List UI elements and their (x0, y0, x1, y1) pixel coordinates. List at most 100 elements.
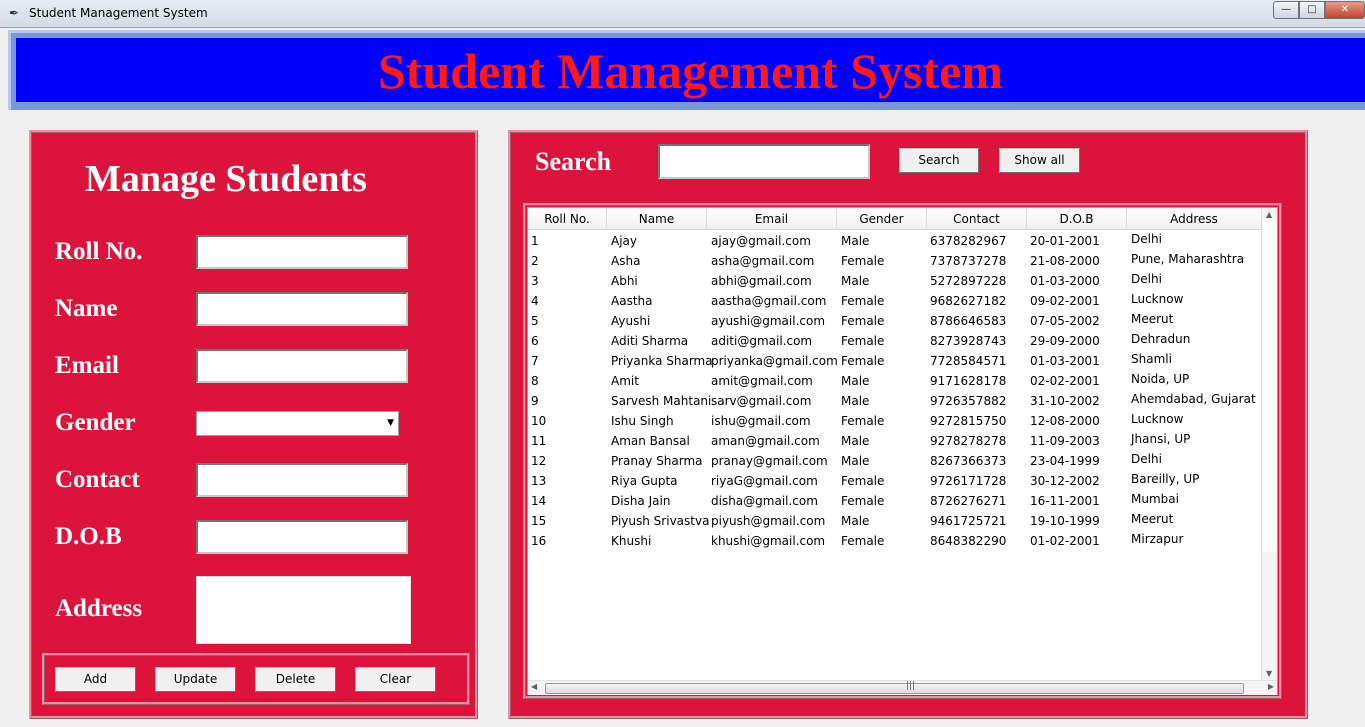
cell-contact: 8267366373 (930, 454, 1007, 468)
cell-roll: 4 (531, 294, 539, 308)
show-all-button[interactable]: Show all (999, 148, 1080, 173)
update-button[interactable]: Update (155, 667, 236, 692)
table-row[interactable]: 1 Ajay ajay@gmail.com Male 6378282967 20-01-2… (528, 231, 1261, 251)
table-row[interactable]: 14 Disha Jain disha@gmail.com Female 8726276… (528, 491, 1261, 511)
cell-gender: Female (841, 314, 885, 328)
column-header-name[interactable]: Name (607, 208, 707, 230)
cell-dob: 09-02-2001 (1030, 294, 1100, 308)
table-row[interactable]: 5 Ayushi ayushi@gmail.com Female 8786646583 0… (528, 311, 1261, 331)
cell-email: ishu@gmail.com (711, 414, 811, 428)
close-button[interactable]: ✕ (1325, 1, 1365, 19)
cell-dob: 23-04-1999 (1030, 454, 1100, 468)
column-header-dob[interactable]: D.O.B (1027, 208, 1127, 230)
scroll-down-icon[interactable]: ▼ (1266, 669, 1272, 678)
delete-button[interactable]: Delete (255, 667, 336, 692)
grip-icon: ||| (906, 681, 916, 691)
search-button[interactable]: Search (899, 148, 979, 173)
cell-name: Pranay Sharma (611, 454, 703, 468)
column-header-roll[interactable]: Roll No. (528, 208, 607, 230)
cell-name: Amit (611, 374, 639, 388)
contact-input[interactable] (196, 463, 408, 497)
scroll-up-icon[interactable]: ▲ (1266, 210, 1272, 219)
cell-gender: Male (841, 454, 870, 468)
cell-email: abhi@gmail.com (711, 274, 812, 288)
cell-dob: 19-10-1999 (1030, 514, 1100, 528)
cell-roll: 7 (531, 354, 539, 368)
gender-label: Gender (55, 409, 136, 436)
cell-email: riyaG@gmail.com (711, 474, 818, 488)
vertical-scrollbar[interactable]: ▲ ▼ (1261, 208, 1277, 680)
table-row[interactable]: 6 Aditi Sharma aditi@gmail.com Female 827392… (528, 331, 1261, 351)
cell-dob: 11-09-2003 (1030, 434, 1100, 448)
maximize-button[interactable]: □ (1299, 1, 1325, 19)
contact-label: Contact (55, 466, 140, 493)
roll-label: Roll No. (55, 238, 143, 265)
cell-name: Ajay (611, 234, 637, 248)
gender-combobox[interactable]: ▼ (196, 411, 399, 436)
table-row[interactable]: 7 Priyanka Sharma priyanka@gmail.com Female… (528, 351, 1261, 371)
cell-email: ayushi@gmail.com (711, 314, 826, 328)
address-textarea[interactable] (196, 576, 411, 644)
scroll-right-icon[interactable]: ▶ (1268, 682, 1274, 691)
cell-name: Priyanka Sharma (611, 354, 713, 368)
table-header: Roll No. Name Email Gender Contact D.O.B… (528, 208, 1261, 230)
app-title: Student Management System (378, 43, 1003, 99)
dob-label: D.O.B (55, 523, 122, 550)
cell-address: Delhi (1131, 452, 1162, 466)
table-row[interactable]: 15 Piyush Srivastva piyush@gmail.com Male 94… (528, 511, 1261, 531)
cell-gender: Female (841, 494, 885, 508)
add-button[interactable]: Add (55, 667, 136, 692)
cell-roll: 3 (531, 274, 539, 288)
horizontal-scrollbar[interactable]: ◀ ||| ▶ (528, 680, 1277, 695)
table-row[interactable]: 2 Asha asha@gmail.com Female 7378737278 21-08… (528, 251, 1261, 271)
cell-name: Asha (611, 254, 641, 268)
cell-address: Jhansi, UP (1131, 432, 1191, 446)
minimize-button[interactable]: — (1273, 1, 1299, 19)
column-header-email[interactable]: Email (707, 208, 837, 230)
name-label: Name (55, 295, 118, 322)
email-input[interactable] (196, 349, 408, 383)
table-row[interactable]: 16 Khushi khushi@gmail.com Female 8648382290… (528, 531, 1261, 551)
table-row[interactable]: 4 Aastha aastha@gmail.com Female 9682627182 0… (528, 291, 1261, 311)
manage-title: Manage Students (85, 158, 367, 200)
cell-dob: 12-08-2000 (1030, 414, 1100, 428)
cell-address: Meerut (1131, 312, 1174, 326)
cell-address: Delhi (1131, 232, 1162, 246)
dob-input[interactable] (196, 520, 408, 554)
table-row[interactable]: 10 Ishu Singh ishu@gmail.com Female 92728157… (528, 411, 1261, 431)
table-row[interactable]: 3 Abhi abhi@gmail.com Male 5272897228 01-03-2… (528, 271, 1261, 291)
table-row[interactable]: 8 Amit amit@gmail.com Male 9171628178 02-02-2… (528, 371, 1261, 391)
cell-roll: 14 (531, 494, 547, 508)
column-header-gender[interactable]: Gender (837, 208, 927, 230)
column-header-address[interactable]: Address (1127, 208, 1261, 230)
cell-name: Ayushi (611, 314, 651, 328)
cell-address: Lucknow (1131, 292, 1184, 306)
search-input[interactable] (658, 144, 870, 179)
table-row[interactable]: 11 Aman Bansal aman@gmail.com Male 927827827… (528, 431, 1261, 451)
table-row[interactable]: 13 Riya Gupta riyaG@gmail.com Female 9726171… (528, 471, 1261, 491)
clear-button[interactable]: Clear (355, 667, 436, 692)
cell-email: aman@gmail.com (711, 434, 820, 448)
name-input[interactable] (196, 292, 408, 326)
roll-input[interactable] (196, 235, 408, 269)
cell-address: Shamli (1131, 352, 1172, 366)
chevron-down-icon[interactable]: ▼ (387, 418, 394, 428)
cell-email: aditi@gmail.com (711, 334, 813, 348)
window-title: Student Management System (29, 6, 208, 20)
vertical-scroll-thumb[interactable] (1263, 222, 1276, 552)
cell-dob: 07-05-2002 (1030, 314, 1100, 328)
cell-email: asha@gmail.com (711, 254, 815, 268)
column-header-contact[interactable]: Contact (927, 208, 1027, 230)
cell-contact: 7728584571 (930, 354, 1007, 368)
cell-name: Aditi Sharma (611, 334, 689, 348)
cell-email: aastha@gmail.com (711, 294, 827, 308)
cell-dob: 29-09-2000 (1030, 334, 1100, 348)
cell-roll: 12 (531, 454, 547, 468)
horizontal-scroll-thumb[interactable]: ||| (545, 681, 1244, 694)
cell-roll: 11 (531, 434, 547, 448)
cell-gender: Male (841, 374, 870, 388)
table-row[interactable]: 9 Sarvesh Mahtani sarv@gmail.com Male 972635… (528, 391, 1261, 411)
cell-contact: 6378282967 (930, 234, 1007, 248)
scroll-left-icon[interactable]: ◀ (531, 682, 537, 691)
table-row[interactable]: 12 Pranay Sharma pranay@gmail.com Male 82673… (528, 451, 1261, 471)
